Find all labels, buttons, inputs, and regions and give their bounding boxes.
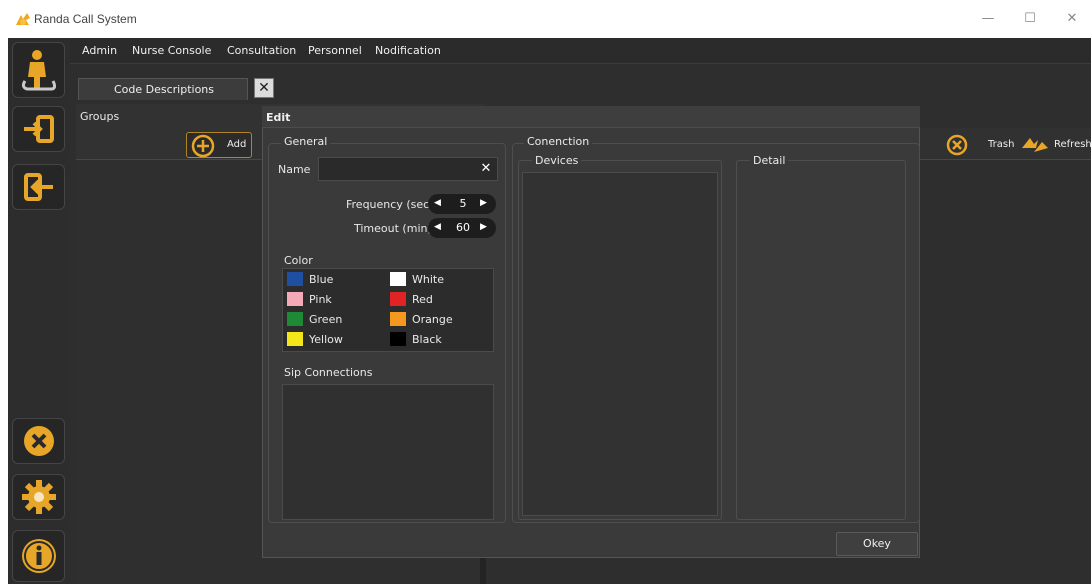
exit-button[interactable] [12, 418, 65, 464]
increment-icon[interactable]: ▶ [480, 222, 487, 232]
menu-bar [70, 38, 1091, 64]
color-option-black[interactable]: Black [390, 332, 490, 348]
frequency-value: 5 [459, 197, 467, 210]
add-label: Add [227, 139, 247, 150]
frequency-label: Frequency (sec) [346, 198, 434, 211]
color-label: Color [284, 254, 313, 267]
color-swatch [390, 312, 406, 326]
color-option-green[interactable]: Green [287, 312, 387, 328]
color-option-orange[interactable]: Orange [390, 312, 490, 328]
color-name: White [412, 273, 444, 286]
increment-icon[interactable]: ▶ [480, 198, 487, 208]
tab-code-descriptions[interactable]: Code Descriptions [78, 78, 248, 100]
minimize-button[interactable]: — [976, 8, 1000, 30]
refresh-icon [1022, 138, 1048, 152]
detail-legend: Detail [750, 154, 789, 167]
groups-label: Groups [80, 110, 120, 123]
color-name: Pink [309, 293, 332, 306]
menu-admin[interactable]: Admin [82, 44, 117, 57]
sip-connections-label: Sip Connections [284, 366, 373, 379]
menu-nodification[interactable]: Nodification [375, 44, 441, 57]
dialog-title: Edit [266, 111, 291, 124]
clear-name-button[interactable]: ✕ [478, 160, 494, 178]
color-option-red[interactable]: Red [390, 292, 490, 308]
add-button[interactable]: Add [186, 132, 252, 158]
decrement-icon[interactable]: ◀ [434, 198, 441, 208]
trash-label: Trash [988, 139, 1015, 150]
color-swatch [287, 292, 303, 306]
color-name: Black [412, 333, 442, 346]
color-swatch [390, 292, 406, 306]
decrement-icon[interactable]: ◀ [434, 222, 441, 232]
logout-button[interactable] [12, 164, 65, 210]
color-name: Blue [309, 273, 334, 286]
color-option-pink[interactable]: Pink [287, 292, 387, 308]
settings-button[interactable] [12, 474, 65, 520]
sip-connections-list[interactable] [282, 384, 494, 520]
color-swatch [287, 312, 303, 326]
app-logo-icon [14, 12, 32, 28]
window-close-button[interactable]: ✕ [1060, 8, 1084, 30]
color-name: Orange [412, 313, 453, 326]
close-circle-icon [24, 426, 54, 456]
trash-button[interactable]: Trash [946, 134, 1015, 156]
name-label: Name [278, 163, 311, 176]
frequency-stepper[interactable]: ◀ 5 ▶ [428, 194, 496, 214]
dialog-title-bar [262, 106, 920, 128]
tab-close-button[interactable]: ✕ [254, 78, 274, 98]
color-swatch [287, 272, 303, 286]
color-swatch [390, 332, 406, 346]
detail-group [736, 160, 906, 520]
close-circle-icon [946, 134, 968, 156]
refresh-label: Refresh [1054, 139, 1091, 150]
timeout-label: Timeout (min) [354, 222, 432, 235]
menu-nurse-console[interactable]: Nurse Console [132, 44, 211, 57]
color-swatch [287, 332, 303, 346]
nurse-call-icon [21, 50, 57, 91]
devices-list[interactable] [522, 172, 718, 516]
login-button[interactable] [12, 106, 65, 152]
color-option-blue[interactable]: Blue [287, 272, 387, 288]
home-button[interactable] [12, 42, 65, 98]
sign-in-icon [24, 115, 54, 143]
timeout-value: 60 [456, 221, 470, 234]
app-title: Randa Call System [34, 12, 137, 26]
gear-icon [22, 480, 56, 514]
info-icon [22, 539, 56, 573]
info-button[interactable] [12, 530, 65, 582]
color-name: Green [309, 313, 343, 326]
color-option-white[interactable]: White [390, 272, 490, 288]
devices-legend: Devices [532, 154, 582, 167]
menu-personnel[interactable]: Personnel [308, 44, 362, 57]
name-input[interactable] [318, 157, 498, 181]
timeout-stepper[interactable]: ◀ 60 ▶ [428, 218, 496, 238]
general-legend: General [281, 135, 331, 148]
plus-circle-icon [191, 134, 215, 158]
connection-legend: Conenction [524, 135, 593, 148]
clear-icon: ✕ [480, 161, 492, 176]
refresh-button[interactable]: Refresh [1020, 134, 1091, 156]
okey-button[interactable]: Okey [836, 532, 918, 556]
window-title-bar [0, 0, 1091, 38]
maximize-button[interactable]: ☐ [1018, 8, 1042, 30]
color-name: Red [412, 293, 433, 306]
color-name: Yellow [309, 333, 343, 346]
color-swatch [390, 272, 406, 286]
sign-out-icon [24, 173, 53, 201]
close-icon: ✕ [258, 80, 270, 96]
tab-label: Code Descriptions [113, 83, 215, 96]
color-option-yellow[interactable]: Yellow [287, 332, 387, 348]
menu-consultation[interactable]: Consultation [227, 44, 296, 57]
